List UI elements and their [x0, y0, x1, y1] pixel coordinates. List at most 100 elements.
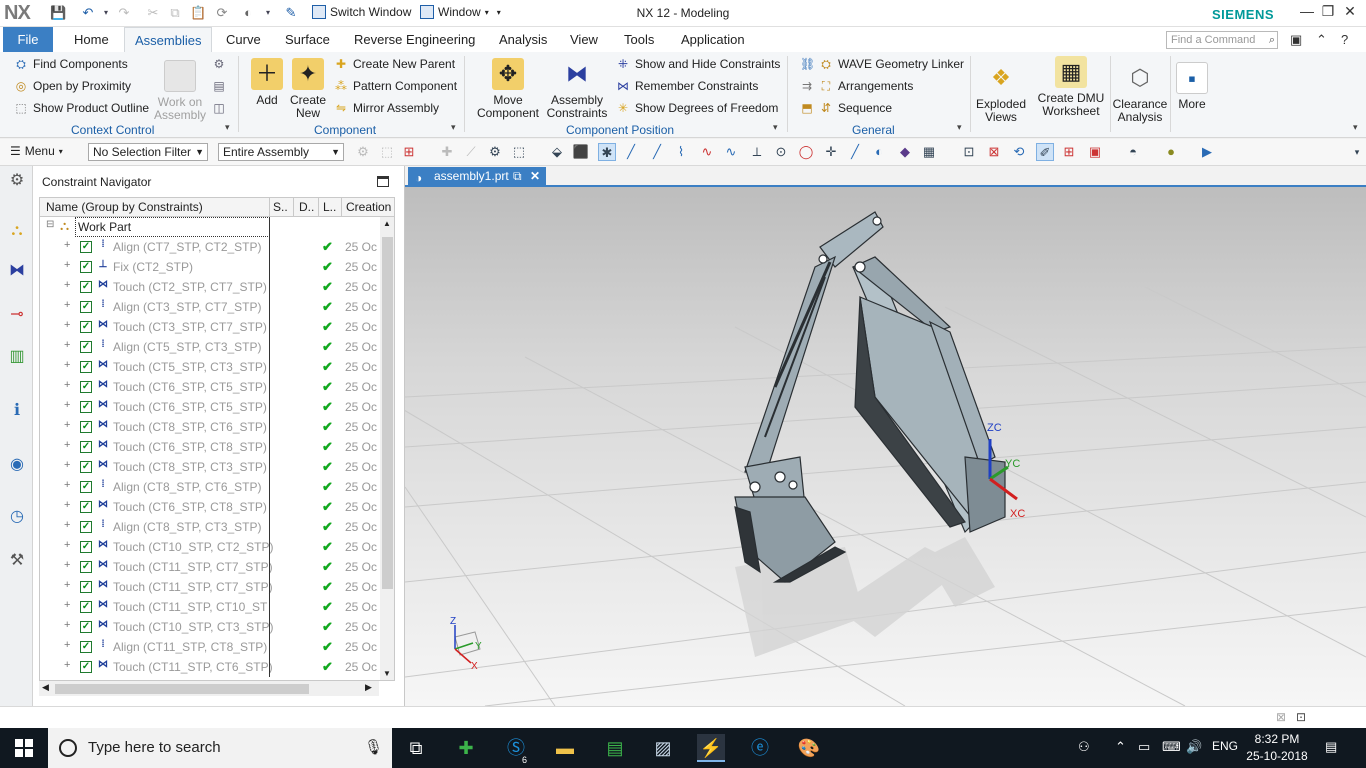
nx-taskbar-icon[interactable]: ⚡ [697, 734, 725, 762]
battery-icon[interactable]: ▭ [1138, 739, 1150, 755]
customize-icon[interactable]: ✎ [283, 5, 299, 21]
constraint-row[interactable]: + ✓ ⁞ Align (CT8_STP, CT3_STP) ✔ 25 Oc [40, 517, 380, 537]
intersection-icon[interactable]: ⟂ [748, 143, 766, 161]
expand-icon[interactable]: + [64, 599, 70, 611]
menu-button[interactable]: ☰ Menu ▾ [10, 144, 63, 158]
expand-icon[interactable]: + [64, 459, 70, 471]
curve-feature-icon[interactable]: ∿ [722, 143, 740, 161]
constraint-row[interactable]: + ✓ ⁞ Align (CT8_STP, CT6_STP) ✔ 25 Oc [40, 477, 380, 497]
expand-icon[interactable]: + [64, 379, 70, 391]
more-button[interactable]: ▪ More [1174, 62, 1210, 111]
assembly-navigator-icon[interactable]: ⛬ [6, 220, 28, 242]
scroll-left-icon[interactable]: ◀ [42, 682, 49, 693]
constraint-row[interactable]: + ✓ ⋈ Touch (CT6_STP, CT5_STP) ✔ 25 Oc [40, 377, 380, 397]
visibility-checkbox[interactable]: ✓ [80, 341, 92, 353]
tab-reverse-engineering[interactable]: Reverse Engineering [344, 27, 485, 52]
constraint-row[interactable]: + ✓ ⋈ Touch (CT2_STP, CT7_STP) ✔ 25 Oc [40, 277, 380, 297]
part-navigator-icon[interactable]: ⊸ [6, 304, 28, 326]
tab-surface[interactable]: Surface [275, 27, 340, 52]
show-hidden-icons[interactable]: ⌃ [1115, 739, 1126, 755]
existing-point-icon[interactable]: ✛ [822, 143, 840, 161]
minimize-button[interactable]: — [1297, 3, 1317, 19]
column-creation[interactable]: Creation [346, 200, 391, 214]
zoom-icon[interactable]: ⊠ [985, 143, 1003, 161]
context-tool-1[interactable]: ⚙ [212, 57, 226, 71]
expand-icon[interactable]: + [64, 639, 70, 651]
assembly-constraints-button[interactable]: ⧓ Assembly Constraints [546, 58, 608, 120]
visibility-checkbox[interactable]: ✓ [80, 481, 92, 493]
close-tab-icon[interactable]: ✕ [530, 167, 540, 186]
network-icon[interactable]: ⌨ [1162, 739, 1181, 755]
touch-mode-icon[interactable]: ◐ [240, 5, 256, 21]
constraint-row[interactable]: + ✓ ⋈ Touch (CT11_STP, CT6_STP) ✔ 25 Oc [40, 657, 380, 677]
touch-dropdown-icon[interactable]: ▾ [260, 5, 276, 21]
people-icon[interactable]: ⚇ [1078, 739, 1090, 755]
edge-browser-icon[interactable]: ⓔ [746, 734, 774, 762]
expand-icon[interactable]: + [64, 419, 70, 431]
expand-icon[interactable]: + [64, 579, 70, 591]
center-point-icon[interactable]: ⊙ [772, 143, 790, 161]
pattern-component-button[interactable]: ⁂ Pattern Component [334, 79, 457, 93]
select-region-icon[interactable]: ⚙ [486, 143, 504, 161]
constraint-row[interactable]: + ✓ ⋈ Touch (CT10_STP, CT3_STP) ✔ 25 Oc [40, 617, 380, 637]
visibility-checkbox[interactable]: ✓ [80, 521, 92, 533]
visibility-checkbox[interactable]: ✓ [80, 321, 92, 333]
web-browser-icon[interactable]: ◉ [6, 454, 28, 476]
search-icon[interactable]: ⌕ [1269, 32, 1275, 48]
close-button[interactable]: ✕ [1340, 3, 1360, 20]
curve-select-icon[interactable]: ⌇ [672, 143, 690, 161]
collapse-ribbon-icon[interactable]: ⌃ [1316, 32, 1327, 48]
skype-icon[interactable]: Ⓢ 6 [502, 734, 530, 765]
constraint-row[interactable]: + ✓ ⁞ Align (CT3_STP, CT7_STP) ✔ 25 Oc [40, 297, 380, 317]
context-control-more-icon[interactable]: ▾ [225, 122, 230, 133]
selection-filter-select[interactable]: No Selection Filter ▼ [88, 143, 208, 161]
snap-icon[interactable]: ✚ [438, 143, 456, 161]
visibility-checkbox[interactable]: ✓ [80, 241, 92, 253]
hd3d-tools-icon[interactable]: ℹ [6, 400, 28, 422]
selection-info-icon[interactable]: ⊠ [1276, 710, 1286, 724]
clearance-analysis-button[interactable]: ⬡ Clearance Analysis [1112, 62, 1168, 124]
vertical-scrollbar[interactable]: ▲ ▼ [380, 217, 394, 680]
spline-select-icon[interactable]: ∿ [698, 143, 716, 161]
find-components-button[interactable]: ⛭ Find Components [14, 57, 128, 71]
system-clock[interactable]: 8:32 PM 25-10-2018 [1245, 731, 1309, 765]
show-product-outline-button[interactable]: ⬚ Show Product Outline [14, 101, 149, 115]
scroll-thumb[interactable] [382, 237, 393, 589]
visibility-checkbox[interactable]: ✓ [80, 621, 92, 633]
select-all-icon[interactable]: ⬚ [378, 143, 396, 161]
wave-geometry-linker-button[interactable]: ⛓ ⛭ WAVE Geometry Linker [800, 57, 964, 71]
tab-application[interactable]: Application [671, 27, 755, 52]
open-by-proximity-button[interactable]: ◎ Open by Proximity [14, 79, 131, 93]
scroll-right-icon[interactable]: ▶ [365, 682, 372, 693]
tab-view[interactable]: View [560, 27, 608, 52]
visibility-checkbox[interactable]: ✓ [80, 661, 92, 673]
component-position-more-icon[interactable]: ▾ [773, 122, 778, 133]
create-new-parent-button[interactable]: ✚ Create New Parent [334, 57, 455, 71]
column-loaded[interactable]: L.. [323, 200, 336, 214]
show-hide-constraints-button[interactable]: ⁜ Show and Hide Constraints [616, 57, 780, 71]
expand-icon[interactable]: + [64, 659, 70, 671]
constraint-row[interactable]: + ✓ ⋈ Touch (CT8_STP, CT3_STP) ✔ 25 Oc [40, 457, 380, 477]
pin-icon[interactable]: ⧉ [513, 167, 522, 186]
orient-view-icon[interactable]: ⊞ [1060, 143, 1078, 161]
visibility-checkbox[interactable]: ✓ [80, 281, 92, 293]
save-icon[interactable]: 💾 [50, 5, 66, 21]
show-dof-button[interactable]: ✳ Show Degrees of Freedom [616, 101, 778, 115]
filter-icon[interactable]: ⚙ [354, 143, 372, 161]
create-new-button[interactable]: ✦ Create New [288, 58, 328, 120]
action-center-icon[interactable]: ▤ [1325, 739, 1337, 755]
scroll-down-icon[interactable]: ▼ [383, 669, 391, 678]
expand-icon[interactable]: + [64, 559, 70, 571]
visibility-checkbox[interactable]: ✓ [80, 561, 92, 573]
horizontal-scrollbar[interactable]: ◀ ▶ [39, 681, 379, 696]
expand-icon[interactable]: + [64, 519, 70, 531]
context-tool-2[interactable]: ▤ [212, 79, 226, 93]
constraint-row[interactable]: + ✓ ⋈ Touch (CT6_STP, CT8_STP) ✔ 25 Oc [40, 497, 380, 517]
toolbar-overflow-icon[interactable]: ▾ [1348, 143, 1366, 161]
background-icon[interactable]: ● [1162, 143, 1180, 161]
expand-icon[interactable]: + [64, 439, 70, 451]
window-menu-button[interactable]: Window ▾ ▾ [420, 5, 501, 19]
selection-scope-select[interactable]: Entire Assembly ▼ [218, 143, 344, 161]
file-tab[interactable]: File [3, 27, 53, 52]
find-command-input[interactable]: Find a Command ⌕ [1166, 31, 1278, 49]
